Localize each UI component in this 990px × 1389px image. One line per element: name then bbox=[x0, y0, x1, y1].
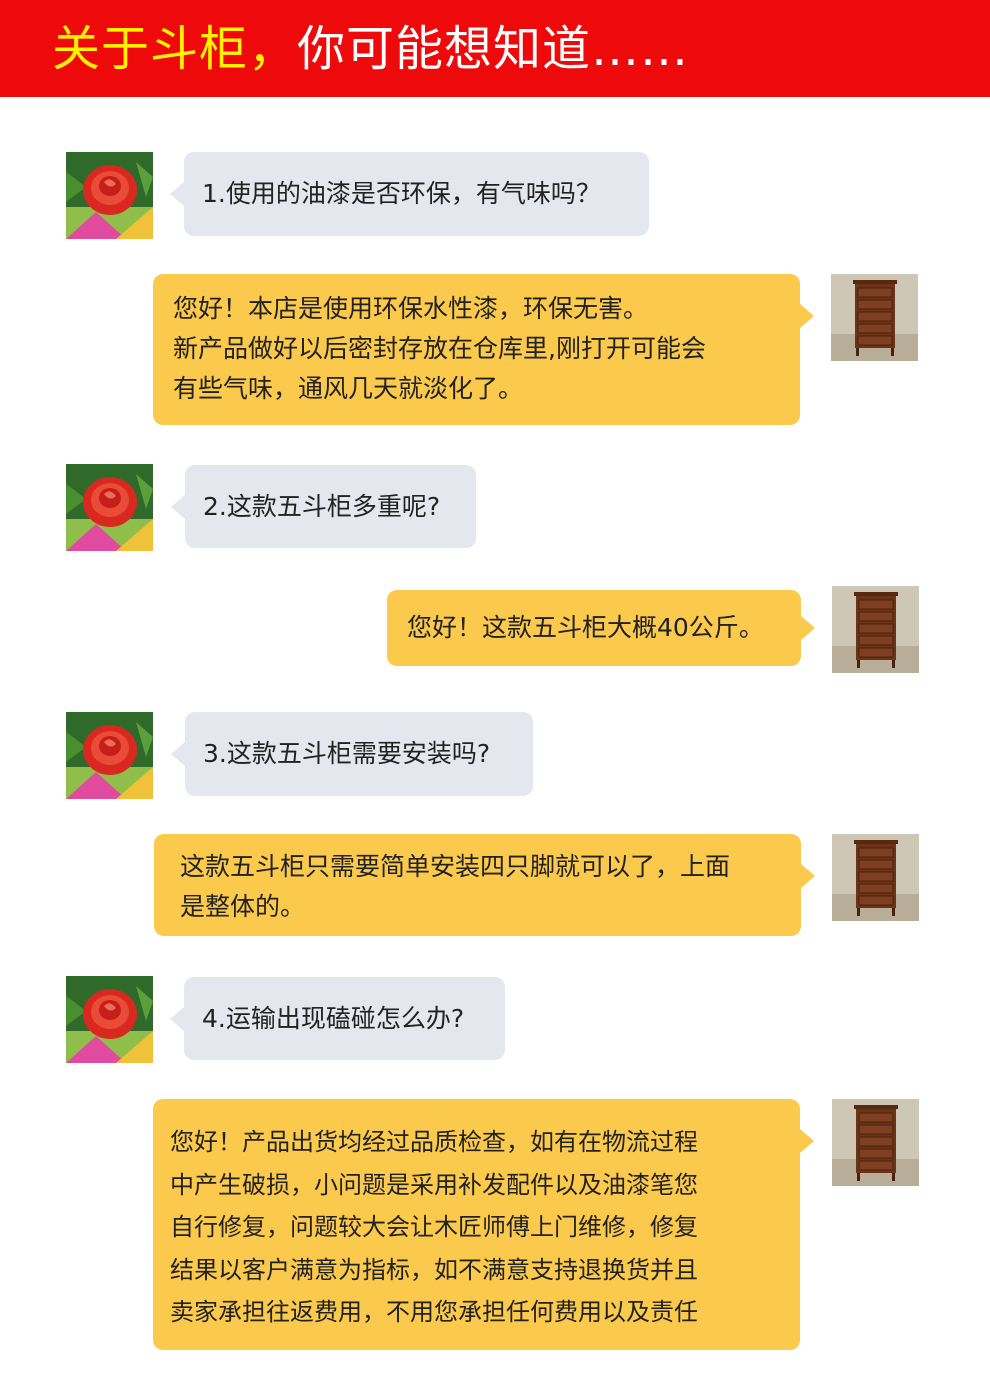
customer-avatar bbox=[66, 976, 153, 1063]
dresser-icon bbox=[832, 586, 919, 673]
dresser-icon bbox=[832, 1099, 919, 1186]
rose-icon bbox=[66, 976, 153, 1063]
answer-bubble-3: 这款五斗柜只需要简单安装四只脚就可以了，上面 是整体的。 bbox=[154, 834, 815, 936]
answer-line: 您好！这款五斗柜大概40公斤。 bbox=[407, 613, 764, 642]
rose-icon bbox=[66, 152, 153, 239]
seller-avatar bbox=[832, 834, 919, 921]
answer-line: 是整体的。 bbox=[180, 892, 306, 921]
seller-avatar bbox=[831, 274, 918, 361]
seller-avatar bbox=[832, 586, 919, 673]
dresser-icon bbox=[832, 834, 919, 921]
answer-line: 结果以客户满意为指标，如不满意支持退换货并且 bbox=[170, 1255, 698, 1284]
seller-avatar bbox=[832, 1099, 919, 1186]
page-title-highlight: 关于斗柜， bbox=[52, 21, 298, 77]
answer-line: 自行修复，问题较大会让木匠师傅上门维修，修复 bbox=[170, 1213, 698, 1241]
question-bubble-1: 1.使用的油漆是否环保，有气味吗？ bbox=[170, 152, 649, 236]
answer-bubble-2: 您好！这款五斗柜大概40公斤。 bbox=[387, 590, 815, 666]
answer-line: 这款五斗柜只需要简单安装四只脚就可以了，上面 bbox=[180, 852, 731, 881]
rose-icon bbox=[66, 712, 153, 799]
customer-avatar bbox=[66, 712, 153, 799]
answer-bubble-1: 您好！本店是使用环保水性漆，环保无害。 新产品做好以后密封存放在仓库里,刚打开可… bbox=[153, 274, 814, 425]
question-text-4: 4.运输出现磕碰怎么办? bbox=[202, 1003, 465, 1033]
dresser-icon bbox=[831, 274, 918, 361]
question-text-1: 1.使用的油漆是否环保，有气味吗？ bbox=[202, 179, 601, 208]
answer-line: 您好！本店是使用环保水性漆，环保无害。 bbox=[173, 294, 649, 323]
question-bubble-3: 3.这款五斗柜需要安装吗? bbox=[171, 712, 533, 796]
question-bubble-2: 2.这款五斗柜多重呢? bbox=[171, 465, 476, 548]
question-text-2: 2.这款五斗柜多重呢? bbox=[203, 491, 441, 521]
page-title-rest: 你可能想知道…… bbox=[297, 21, 690, 77]
answer-line: 您好！产品出货均经过品质检查，如有在物流过程 bbox=[170, 1128, 698, 1156]
header-banner: 关于斗柜，你可能想知道…… bbox=[0, 0, 990, 97]
answer-line: 卖家承担往返费用，不用您承担任何费用以及责任 bbox=[170, 1298, 698, 1326]
customer-avatar bbox=[66, 152, 153, 239]
answer-bubble-4: 您好！产品出货均经过品质检查，如有在物流过程 中产生破损，小问题是采用补发配件以… bbox=[153, 1099, 814, 1350]
customer-avatar bbox=[66, 464, 153, 551]
answer-line: 新产品做好以后密封存放在仓库里,刚打开可能会 bbox=[173, 334, 706, 363]
rose-icon bbox=[66, 464, 153, 551]
question-text-3: 3.这款五斗柜需要安装吗? bbox=[203, 739, 491, 768]
answer-line: 有些气味，通风几天就淡化了。 bbox=[173, 374, 524, 403]
question-bubble-4: 4.运输出现磕碰怎么办? bbox=[170, 977, 505, 1060]
page-title: 关于斗柜，你可能想知道…… bbox=[52, 16, 689, 82]
answer-line: 中产生破损，小问题是采用补发配件以及油漆笔您 bbox=[170, 1170, 698, 1199]
